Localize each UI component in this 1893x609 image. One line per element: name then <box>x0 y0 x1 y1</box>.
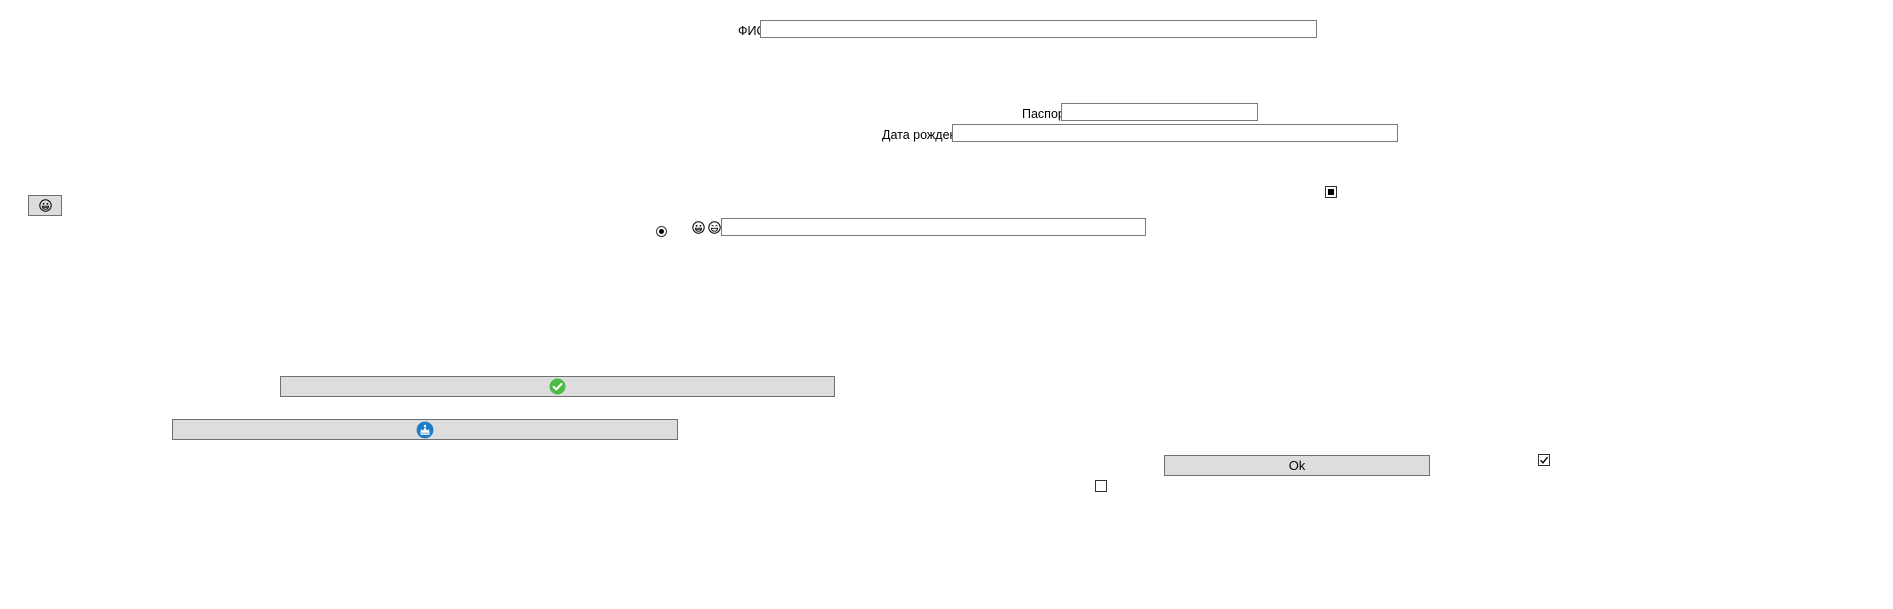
unchecked-checkbox[interactable] <box>1095 480 1107 492</box>
text-input[interactable] <box>721 218 1146 236</box>
birthdate-input[interactable] <box>952 124 1398 142</box>
fio-input[interactable] <box>760 20 1317 38</box>
radio-option[interactable] <box>656 226 667 237</box>
smiling-face-icon <box>708 221 721 234</box>
checked-checkbox[interactable] <box>1538 454 1550 466</box>
check-button[interactable] <box>280 376 835 397</box>
checkmark-icon <box>1539 455 1549 465</box>
indeterminate-mark <box>1328 189 1334 195</box>
indeterminate-checkbox[interactable] <box>1325 186 1337 198</box>
green-check-circle-icon <box>549 378 566 395</box>
emoji-button[interactable] <box>28 195 62 216</box>
blue-circle-badge-icon <box>416 421 434 439</box>
ok-button[interactable]: Ok <box>1164 455 1430 476</box>
passport-input[interactable] <box>1061 103 1258 121</box>
grinning-face-icon <box>692 221 705 234</box>
radio-dot <box>659 229 664 234</box>
grinning-face-icon <box>38 199 52 212</box>
ok-button-label: Ok <box>1288 457 1306 473</box>
badge-button[interactable] <box>172 419 678 440</box>
